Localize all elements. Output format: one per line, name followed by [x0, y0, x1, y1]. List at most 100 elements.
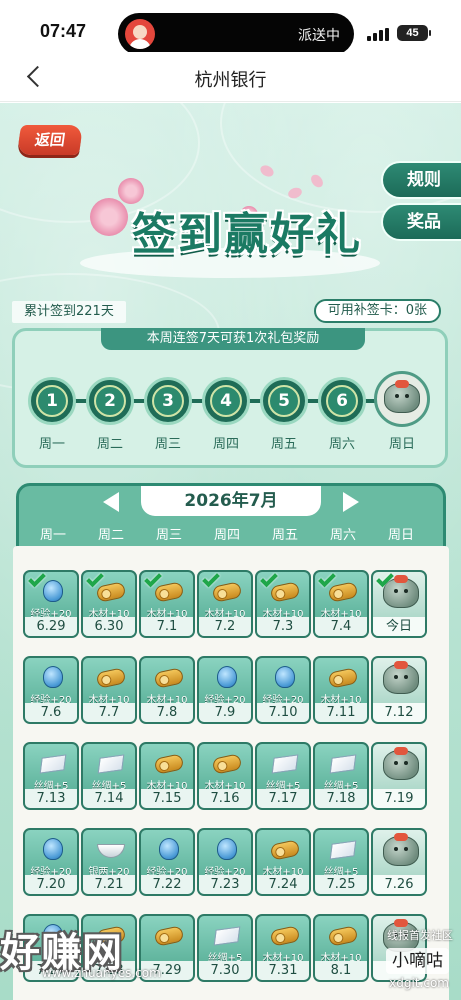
day-date: 7.22: [141, 875, 193, 894]
weekday-label: 周二: [96, 437, 123, 452]
title-banner: 签到赢好礼: [60, 158, 380, 278]
wood-log-icon: [153, 925, 185, 947]
calendar-day-cell[interactable]: 木材+10 7.16: [197, 742, 253, 810]
calendar-day-cell[interactable]: 木材+10 7.11: [313, 656, 369, 724]
silk-icon: [39, 754, 67, 774]
calendar-day-cell[interactable]: 经验+20 7.23: [197, 828, 253, 896]
calendar-day-cell[interactable]: 木材+10 7.8: [139, 656, 195, 724]
streak-banner: 本周连签7天可获1次礼包奖励: [101, 328, 365, 350]
silk-icon: [213, 926, 241, 946]
day-date: 7.4: [315, 617, 367, 636]
calendar-day-cell[interactable]: 木材+10 6.30: [81, 570, 137, 638]
streak-day-number: 2: [94, 385, 126, 417]
calendar-day-cell[interactable]: 7.19: [371, 742, 427, 810]
page-title: 杭州银行: [194, 70, 267, 91]
calendar-day-cell[interactable]: 丝绸+5 7.30: [197, 914, 253, 982]
calendar-day-cell[interactable]: 木材+10 8.1: [313, 914, 369, 982]
streak-gift-bag[interactable]: [374, 371, 430, 427]
weekday-label: 周三: [154, 437, 181, 452]
checkin-page: 返回 规则 奖品 签到赢好礼 累计签到221天 可用补签卡：0张 本周连签7天可…: [0, 103, 461, 1000]
streak-day-number: 4: [210, 385, 242, 417]
day-date: 7.23: [199, 875, 251, 894]
checkmark-icon: [202, 572, 220, 588]
wood-log-icon: [269, 839, 301, 861]
calendar-day-cell[interactable]: 经验+20 7.9: [197, 656, 253, 724]
calendar-day-cell[interactable]: 木材+10 7.7: [81, 656, 137, 724]
status-bar: 07:47 派送中 45: [0, 0, 461, 55]
day-date: 7.31: [257, 961, 309, 980]
silk-icon: [271, 754, 299, 774]
day-date: 7.20: [25, 875, 77, 894]
calendar-day-cell[interactable]: 7.12: [371, 656, 427, 724]
petal-icon: [308, 172, 326, 190]
dynamic-island[interactable]: 派送中: [118, 13, 354, 55]
wood-log-icon: [153, 753, 185, 775]
silk-icon: [329, 754, 357, 774]
calendar-day-cell[interactable]: 木材+10 7.4: [313, 570, 369, 638]
day-date: 7.19: [373, 789, 425, 808]
streak-day: 2: [86, 377, 134, 425]
day-date: 7.15: [141, 789, 193, 808]
streak-day: 1: [28, 377, 76, 425]
wood-log-icon: [153, 581, 185, 603]
gift-bag-icon: [383, 833, 419, 866]
return-button[interactable]: 返回: [16, 125, 84, 155]
calendar-day-cell[interactable]: 7.26: [371, 828, 427, 896]
calendar-day-cell[interactable]: 经验+20 7.20: [23, 828, 79, 896]
prev-month-icon[interactable]: [103, 492, 119, 512]
avatar: [125, 19, 155, 49]
calendar-day-cell[interactable]: 木材+10 7.31: [255, 914, 311, 982]
day-date: 7.12: [373, 703, 425, 722]
calendar-day-cell[interactable]: 经验+20 7.6: [23, 656, 79, 724]
day-date: 7.30: [199, 961, 251, 980]
calendar-day-cell[interactable]: 经验+20 7.10: [255, 656, 311, 724]
calendar-day-cell[interactable]: 银两+20 7.21: [81, 828, 137, 896]
calendar-day-cell[interactable]: 丝绸+5 7.25: [313, 828, 369, 896]
calendar-day-cell[interactable]: 木材+10 7.3: [255, 570, 311, 638]
wood-log-icon: [95, 581, 127, 603]
day-date: 7.10: [257, 703, 309, 722]
gift-bag-icon: [383, 747, 419, 780]
calendar-day-cell[interactable]: 经验+20 7.22: [139, 828, 195, 896]
day-date: 7.14: [83, 789, 135, 808]
calendar-weekday: 周三: [155, 528, 182, 543]
calendar-day-cell[interactable]: 木材+10 7.15: [139, 742, 195, 810]
battery-icon: 45: [397, 25, 431, 41]
streak-day: 4: [202, 377, 250, 425]
calendar-day-cell[interactable]: 经验+20 6.29: [23, 570, 79, 638]
day-date: 7.7: [83, 703, 135, 722]
rules-button[interactable]: 规则: [381, 161, 461, 199]
day-date: 7.18: [315, 789, 367, 808]
gift-bag-icon: [383, 575, 419, 608]
wood-log-icon: [153, 667, 185, 689]
weekday-label: 周五: [270, 437, 297, 452]
weekday-label: 周四: [212, 437, 239, 452]
exp-orb-icon: [217, 838, 237, 860]
day-date: 7.3: [257, 617, 309, 636]
calendar-weekday: 周二: [97, 528, 124, 543]
wood-log-icon: [327, 925, 359, 947]
calendar-day-cell[interactable]: 丝绸+5 7.13: [23, 742, 79, 810]
calendar-day-cell[interactable]: 木材+10 7.1: [139, 570, 195, 638]
day-date: 7.1: [141, 617, 193, 636]
calendar-weekday: 周日: [387, 528, 414, 543]
day-date: 7.25: [315, 875, 367, 894]
blossom-icon: [90, 198, 128, 236]
wood-log-icon: [269, 581, 301, 603]
day-date: 7.9: [199, 703, 251, 722]
exp-orb-icon: [217, 666, 237, 688]
calendar-day-cell[interactable]: 丝绸+5 7.14: [81, 742, 137, 810]
day-date: 7.11: [315, 703, 367, 722]
day-date: 今日: [373, 617, 425, 636]
calendar-day-cell[interactable]: 木材+10 7.2: [197, 570, 253, 638]
day-date: 7.24: [257, 875, 309, 894]
streak-day-number: 3: [152, 385, 184, 417]
watermark-url: www.zhuanyes.com: [42, 966, 161, 980]
calendar-day-cell[interactable]: 木材+10 7.24: [255, 828, 311, 896]
calendar-day-cell[interactable]: 丝绸+5 7.18: [313, 742, 369, 810]
wood-log-icon: [95, 667, 127, 689]
next-month-icon[interactable]: [343, 492, 359, 512]
calendar-day-cell[interactable]: 丝绸+5 7.17: [255, 742, 311, 810]
prizes-button[interactable]: 奖品: [381, 203, 461, 241]
calendar-day-cell[interactable]: 今日: [371, 570, 427, 638]
